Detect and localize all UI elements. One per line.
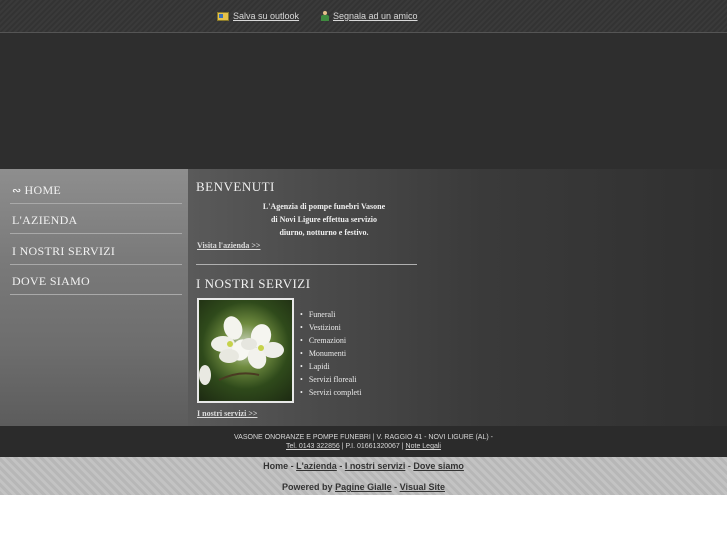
visit-azienda-link[interactable]: Visita l'azienda >> <box>197 241 261 250</box>
visual-site-link[interactable]: Visual Site <box>400 482 445 492</box>
nav-divider <box>10 203 182 204</box>
nav-divider <box>10 294 182 295</box>
footer-address: VASONE ONORANZE E POMPE FUNEBRI | V. RAG… <box>234 434 493 441</box>
nav-item-servizi-label: I NOSTRI SERVIZI <box>12 244 116 258</box>
nav-item-servizi[interactable]: I NOSTRI SERVIZI <box>12 244 182 259</box>
phone-link[interactable]: Tel. 0143 322856 <box>286 443 340 450</box>
nav-item-azienda[interactable]: L'AZIENDA <box>12 213 182 228</box>
welcome-title: BENVENUTI <box>196 179 275 194</box>
nav-item-home[interactable]: ∾ HOME <box>12 183 182 198</box>
nav-divider <box>10 264 182 265</box>
outlook-icon <box>217 11 229 21</box>
services-title: I NOSTRI SERVIZI <box>196 276 311 291</box>
footer-home-link[interactable]: Home <box>263 461 288 471</box>
home-icon: ∾ <box>12 185 22 197</box>
services-list: Funerali Vestizioni Cremazioni Monumenti… <box>300 308 362 399</box>
nav-item-azienda-label: L'AZIENDA <box>12 213 78 227</box>
vat-text: | P.I. 01661320067 | <box>339 443 406 450</box>
person-icon <box>321 11 329 21</box>
top-bar: Salva su outlook Segnala ad un amico <box>0 0 727 33</box>
nav-item-home-label: HOME <box>24 183 62 197</box>
main-content: BENVENUTI L'Agenzia di pompe funebri Vas… <box>188 169 727 426</box>
flower-image <box>199 316 284 385</box>
flower-photo <box>197 298 294 403</box>
nav-divider <box>10 233 182 234</box>
legal-notes-link[interactable]: Note Legali <box>406 443 441 450</box>
recommend-friend-label: Segnala ad un amico <box>333 11 418 21</box>
list-item: Servizi floreali <box>300 373 361 386</box>
nav-item-dove-siamo-label: DOVE SIAMO <box>12 274 90 288</box>
powered-by: Powered by Pagine Gialle - Visual Site <box>282 482 445 492</box>
save-outlook-link[interactable]: Salva su outlook <box>217 11 299 21</box>
list-item: Cremazioni <box>300 334 361 347</box>
welcome-text: L'Agenzia di pompe funebri Vasone di Nov… <box>224 200 424 239</box>
list-item: Monumenti <box>300 347 361 360</box>
list-item: Lapidi <box>300 360 361 373</box>
footer-azienda-link[interactable]: L'azienda <box>296 461 337 471</box>
divider <box>196 264 417 265</box>
footer-servizi-link[interactable]: I nostri servizi <box>345 461 406 471</box>
recommend-friend-link[interactable]: Segnala ad un amico <box>321 11 418 21</box>
nav-item-dove-siamo[interactable]: DOVE SIAMO <box>12 274 182 289</box>
sidebar-nav: ∾ HOME L'AZIENDA I NOSTRI SERVIZI DOVE SI… <box>0 169 188 426</box>
list-item: Funerali <box>300 308 361 321</box>
bottom-bar: Home - L'azienda - I nostri servizi - Do… <box>0 457 727 495</box>
welcome-text-line: L'Agenzia di pompe funebri Vasone <box>262 202 386 211</box>
welcome-text-line: diurno, notturno e festivo. <box>279 228 369 237</box>
list-item: Servizi completi <box>300 386 362 399</box>
powered-by-label: Powered by <box>282 482 333 492</box>
footer-contacts: Tel. 0143 322856 | P.I. 01661320067 | No… <box>0 443 727 450</box>
footer-dove-link[interactable]: Dove siamo <box>413 461 464 471</box>
footer-info: VASONE ONORANZE E POMPE FUNEBRI | V. RAG… <box>0 426 727 457</box>
services-link[interactable]: I nostri servizi >> <box>197 409 257 418</box>
save-outlook-label: Salva su outlook <box>233 11 300 21</box>
header-banner <box>0 33 727 169</box>
pagine-gialle-link[interactable]: Pagine Gialle <box>335 482 392 492</box>
footer-nav: Home - L'azienda - I nostri servizi - Do… <box>263 461 464 471</box>
welcome-text-line: di Novi Ligure effettua servizio <box>270 215 378 224</box>
list-item: Vestizioni <box>300 321 361 334</box>
